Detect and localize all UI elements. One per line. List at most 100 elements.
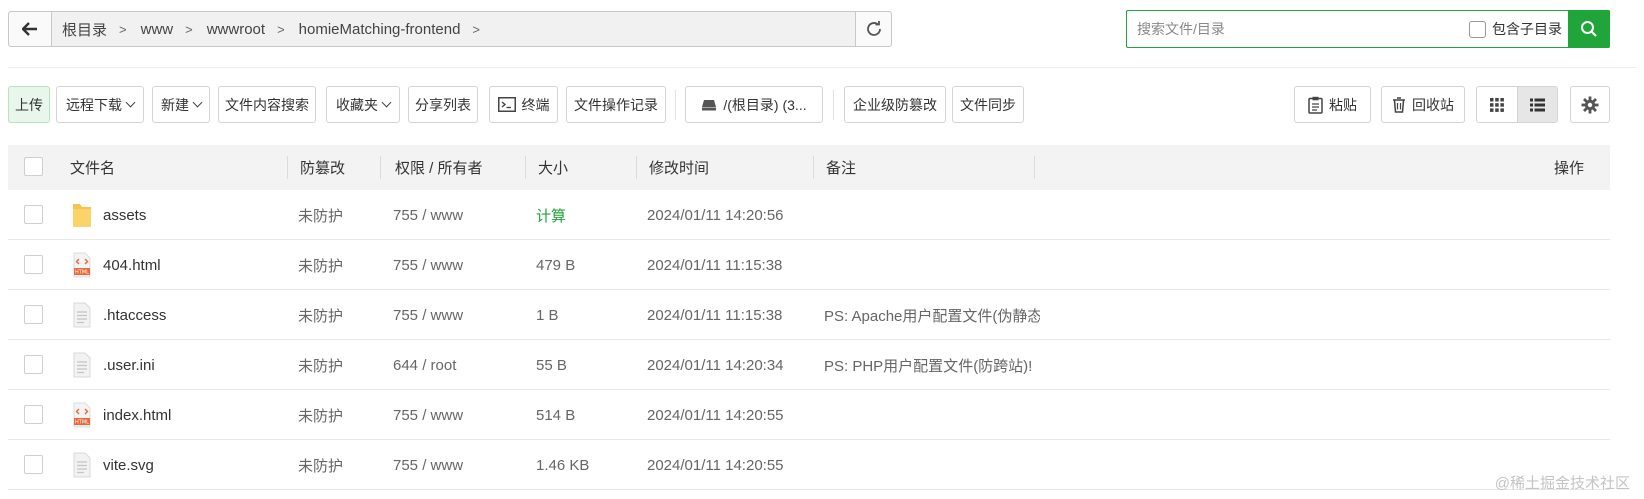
tamper-proof-button[interactable]: 企业级防篡改: [844, 86, 946, 123]
breadcrumb-www[interactable]: www: [141, 21, 174, 38]
grid-view-button[interactable]: [1477, 87, 1517, 122]
file-note[interactable]: [824, 440, 1040, 490]
permission-owner[interactable]: 755 / www: [393, 290, 463, 340]
file-note[interactable]: PS: PHP用户配置文件(防跨站)!: [824, 340, 1040, 390]
breadcrumb-root[interactable]: 根目录: [62, 19, 107, 40]
file-name[interactable]: index.html: [103, 390, 171, 440]
file-name[interactable]: .htaccess: [103, 290, 166, 340]
refresh-button[interactable]: [855, 12, 891, 46]
table-header: 文件名 防篡改 权限 / 所有者 大小 修改时间 备注 操作: [8, 145, 1610, 190]
file-name[interactable]: assets: [103, 190, 146, 240]
paste-button[interactable]: 粘贴: [1294, 86, 1371, 123]
list-view-button[interactable]: [1516, 87, 1557, 122]
gear-icon: [1581, 96, 1599, 113]
text-file-icon: [72, 440, 92, 490]
new-button[interactable]: 新建: [152, 86, 210, 123]
toolbar-separator: [833, 90, 834, 120]
breadcrumb-wwwroot[interactable]: wwwroot: [207, 21, 265, 38]
file-note[interactable]: PS: Apache用户配置文件(伪静态: [824, 290, 1040, 340]
disk-button[interactable]: /(根目录) (3...: [685, 86, 823, 123]
table-row[interactable]: .user.ini 未防护 644 / root 55 B 2024/01/11…: [8, 340, 1610, 390]
search-button[interactable]: [1568, 10, 1610, 48]
chevron-right-icon: >: [119, 21, 127, 37]
recycle-bin-button[interactable]: 回收站: [1381, 86, 1465, 123]
search-input[interactable]: [1127, 11, 1469, 47]
disk-icon: [701, 99, 717, 111]
path-bar: 根目录 > www > wwwroot > homieMatching-fron…: [8, 11, 892, 47]
list-icon: [1529, 98, 1545, 111]
tamper-status: 未防护: [298, 457, 344, 475]
modified-time: 2024/01/11 11:15:38: [647, 306, 783, 324]
permission-owner[interactable]: 644 / root: [393, 340, 456, 390]
terminal-button[interactable]: 终端: [489, 86, 558, 123]
file-note[interactable]: [824, 390, 1040, 440]
text-file-icon: [72, 340, 92, 390]
header-note: 备注: [826, 160, 857, 177]
content-search-button[interactable]: 文件内容搜索: [218, 86, 316, 123]
permission-owner[interactable]: 755 / www: [393, 390, 463, 440]
operation-log-button[interactable]: 文件操作记录: [566, 86, 666, 123]
row-checkbox[interactable]: [24, 405, 43, 424]
file-note[interactable]: [824, 240, 1040, 290]
table-row[interactable]: HTML 404.html 未防护 755 / www 479 B 2024/0…: [8, 240, 1610, 290]
table-row[interactable]: .htaccess 未防护 755 / www 1 B 2024/01/11 1…: [8, 290, 1610, 340]
header-size[interactable]: 大小: [538, 145, 568, 190]
favorites-button[interactable]: 收藏夹: [326, 86, 400, 123]
share-list-button[interactable]: 分享列表: [408, 86, 478, 123]
upload-button[interactable]: 上传: [8, 86, 50, 123]
file-note[interactable]: [824, 190, 1040, 240]
back-button[interactable]: [9, 12, 52, 46]
breadcrumb-project[interactable]: homieMatching-frontend: [299, 21, 461, 38]
file-size: 1 B: [536, 306, 559, 324]
chevron-down-icon: [125, 97, 136, 108]
tamper-status: 未防护: [298, 357, 344, 375]
remote-download-button[interactable]: 远程下载: [56, 86, 144, 123]
include-subdir-checkbox[interactable]: 包含子目录: [1469, 19, 1562, 39]
row-checkbox[interactable]: [24, 455, 43, 474]
new-label: 新建: [161, 96, 189, 113]
tamper-status: 未防护: [298, 407, 344, 425]
row-checkbox[interactable]: [24, 255, 43, 274]
upload-label: 上传: [15, 96, 43, 113]
file-sync-button[interactable]: 文件同步: [952, 86, 1024, 123]
grid-icon: [1489, 97, 1504, 112]
row-checkbox[interactable]: [24, 305, 43, 324]
tamper-status: 未防护: [298, 207, 344, 225]
row-checkbox[interactable]: [24, 355, 43, 374]
refresh-icon: [866, 21, 881, 36]
table-row[interactable]: assets 未防护 755 / www 计算 2024/01/11 14:20…: [8, 190, 1610, 240]
file-sync-label: 文件同步: [960, 96, 1016, 113]
file-size: 514 B: [536, 406, 576, 424]
chevron-down-icon: [381, 97, 392, 108]
select-all-checkbox[interactable]: [24, 157, 43, 176]
chevron-right-icon: >: [472, 21, 481, 37]
calculate-size-link[interactable]: 计算: [536, 190, 566, 240]
settings-button[interactable]: [1570, 86, 1610, 123]
modified-time: 2024/01/11 14:20:56: [647, 206, 784, 224]
header-tamper[interactable]: 防篡改: [300, 145, 345, 190]
file-name[interactable]: .user.ini: [103, 340, 155, 390]
file-size: 1.46 KB: [536, 456, 590, 474]
table-row[interactable]: HTML index.html 未防护 755 / www 514 B 2024…: [8, 390, 1610, 440]
permission-owner[interactable]: 755 / www: [393, 240, 463, 290]
view-toggle: [1476, 86, 1558, 123]
header-mtime[interactable]: 修改时间: [649, 145, 709, 190]
column-divider: [636, 156, 637, 179]
header-permission[interactable]: 权限 / 所有者: [395, 145, 483, 190]
permission-owner[interactable]: 755 / www: [393, 440, 463, 490]
header-filename[interactable]: 文件名: [70, 145, 115, 190]
row-checkbox[interactable]: [24, 205, 43, 224]
file-name[interactable]: 404.html: [103, 240, 161, 290]
column-divider: [380, 156, 381, 179]
file-name[interactable]: vite.svg: [103, 440, 154, 490]
column-divider: [1034, 156, 1035, 179]
checkbox[interactable]: [1469, 20, 1486, 38]
chevron-right-icon: >: [277, 21, 285, 37]
permission-owner[interactable]: 755 / www: [393, 190, 463, 240]
table-row[interactable]: vite.svg 未防护 755 / www 1.46 KB 2024/01/1…: [8, 440, 1610, 490]
file-size: 479 B: [536, 256, 576, 274]
include-subdir-label: 包含子目录: [1492, 21, 1562, 37]
tamper-proof-label: 企业级防篡改: [853, 96, 937, 113]
modified-time: 2024/01/11 11:15:38: [647, 256, 783, 274]
text-file-icon: [72, 290, 92, 340]
